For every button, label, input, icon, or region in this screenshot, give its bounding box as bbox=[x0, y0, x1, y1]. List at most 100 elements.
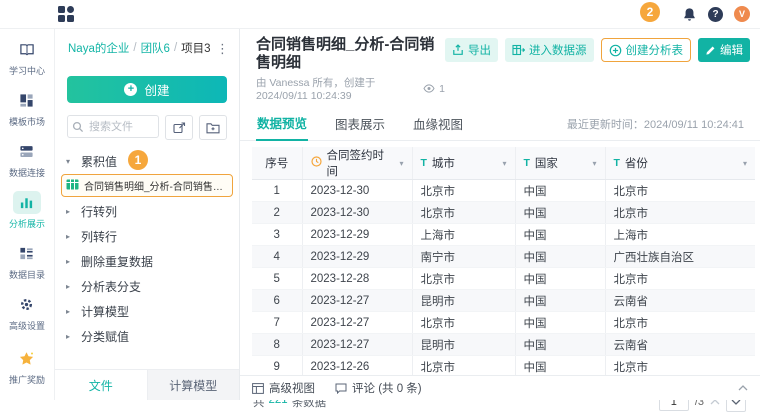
tab-chart-display[interactable]: 图表展示 bbox=[334, 109, 386, 140]
tree-item-analysis-table[interactable]: 合同销售明细_分析-合同销售明细 bbox=[61, 174, 233, 197]
help-icon[interactable]: ? bbox=[708, 7, 723, 22]
table-icon bbox=[66, 179, 79, 193]
breadcrumb-item[interactable]: Naya的企业 bbox=[68, 40, 129, 56]
step-badge-1: 1 bbox=[128, 150, 148, 170]
bell-icon[interactable] bbox=[682, 7, 697, 22]
table-cell: 2023-12-27 bbox=[302, 334, 412, 356]
rail-item-promotion-rewards[interactable]: 推广奖励 bbox=[9, 347, 45, 386]
table-cell: 上海市 bbox=[412, 224, 515, 246]
text-type-icon: T bbox=[614, 158, 620, 169]
tab-calc-model[interactable]: 计算模型 bbox=[147, 370, 240, 400]
left-rail: 学习中心模板市场数据连接分析展示数据目录高级设置推广奖励 bbox=[0, 28, 55, 400]
rail-item-data-connection[interactable]: 数据连接 bbox=[9, 140, 45, 179]
table-cell: 中国 bbox=[515, 202, 605, 224]
open-external-button[interactable] bbox=[165, 115, 193, 140]
column-header[interactable]: T 省份 ▾ bbox=[605, 147, 755, 180]
column-header[interactable]: 合同签约时间 ▾ bbox=[302, 147, 412, 180]
rail-item-learning-center[interactable]: 学习中心 bbox=[9, 38, 45, 77]
tree-group-item[interactable]: ▸分类赋值 bbox=[55, 324, 239, 349]
table-cell: 中国 bbox=[515, 290, 605, 312]
analysis-icon bbox=[13, 191, 41, 214]
column-header[interactable]: T城市▾ bbox=[412, 147, 515, 180]
table-cell: 2023-12-27 bbox=[302, 290, 412, 312]
breadcrumb-separator: / bbox=[174, 42, 177, 54]
avatar[interactable]: V bbox=[734, 6, 750, 22]
chevron-down-icon[interactable]: ▾ bbox=[743, 159, 747, 168]
column-header[interactable]: 序号 bbox=[252, 147, 302, 180]
bottom-bar: 高级视图 评论 (共 0 条) bbox=[240, 375, 760, 400]
rail-item-data-catalog[interactable]: 数据目录 bbox=[9, 242, 45, 281]
column-header[interactable]: T国家▾ bbox=[515, 147, 605, 180]
table-cell: 北京市 bbox=[605, 268, 755, 290]
tree-group-label: 行转列 bbox=[81, 203, 117, 220]
table-cell: 2 bbox=[252, 202, 302, 224]
template-market-icon bbox=[13, 89, 41, 112]
sidebar-bottom-tabs: 文件计算模型 bbox=[55, 369, 239, 400]
table-cell: 中国 bbox=[515, 312, 605, 334]
text-type-icon: T bbox=[421, 158, 427, 169]
pencil-icon bbox=[705, 45, 716, 56]
data-connection-icon bbox=[13, 140, 41, 163]
table-cell: 2023-12-29 bbox=[302, 224, 412, 246]
collapse-panel-icon[interactable] bbox=[738, 385, 748, 391]
tree-group-item[interactable]: ▸删除重复数据 bbox=[55, 249, 239, 274]
new-folder-button[interactable] bbox=[199, 115, 227, 140]
export-button-label: 导出 bbox=[468, 42, 491, 58]
column-header-label: 合同签约时间 bbox=[327, 147, 395, 179]
tree-group-item[interactable]: ▸分析表分支 bbox=[55, 274, 239, 299]
tree-group-item[interactable]: ▸计算模型 bbox=[55, 299, 239, 324]
breadcrumb-item[interactable]: 团队6 bbox=[141, 40, 170, 56]
table-cell: 南宁市 bbox=[412, 246, 515, 268]
chevron-down-icon[interactable]: ▾ bbox=[592, 159, 596, 168]
comment-icon bbox=[335, 383, 347, 394]
tree-group-item[interactable]: ▸行转列 bbox=[55, 199, 239, 224]
table-cell: 北京市 bbox=[605, 312, 755, 334]
tree-item-label: 合同销售明细_分析-合同销售明细 bbox=[84, 178, 228, 193]
enter-datasource-button[interactable]: 进入数据源 bbox=[505, 38, 594, 62]
table-cell: 1 bbox=[252, 180, 302, 202]
table-row: 12023-12-30北京市中国北京市 bbox=[252, 180, 755, 202]
create-button-label: 创建 bbox=[144, 80, 169, 99]
rail-item-label: 分析展示 bbox=[9, 217, 45, 230]
advanced-view-button[interactable]: 高级视图 bbox=[252, 380, 315, 396]
main-tabs: 数据预览图表展示血缘视图最近更新时间：2024/09/11 10:24:41 bbox=[240, 108, 760, 141]
kebab-menu-icon[interactable]: ⋮ bbox=[216, 42, 229, 55]
tab-lineage-view[interactable]: 血缘视图 bbox=[412, 109, 464, 140]
tree-group-item[interactable]: ▸列转行 bbox=[55, 224, 239, 249]
chevron-right-icon: ▸ bbox=[66, 332, 74, 341]
tab-files[interactable]: 文件 bbox=[55, 370, 147, 400]
step-badge-2: 2 bbox=[640, 2, 660, 22]
datasource-icon bbox=[512, 44, 525, 56]
table-cell: 中国 bbox=[515, 334, 605, 356]
table-cell: 云南省 bbox=[605, 334, 755, 356]
edit-button[interactable]: 编辑 bbox=[698, 38, 750, 62]
rail-item-analysis-display[interactable]: 分析展示 bbox=[9, 191, 45, 230]
tab-data-preview[interactable]: 数据预览 bbox=[256, 108, 308, 141]
rail-item-template-market[interactable]: 模板市场 bbox=[9, 89, 45, 128]
table-row: 32023-12-29上海市中国上海市 bbox=[252, 224, 755, 246]
table-cell: 北京市 bbox=[412, 268, 515, 290]
tree-group-label: 累积值 bbox=[81, 153, 117, 170]
create-button[interactable]: + 创建 bbox=[67, 76, 227, 103]
chevron-right-icon: ▸ bbox=[66, 232, 74, 241]
table-cell: 广西壮族自治区 bbox=[605, 246, 755, 268]
export-button[interactable]: 导出 bbox=[445, 38, 498, 62]
table-cell: 上海市 bbox=[605, 224, 755, 246]
chevron-down-icon[interactable]: ▾ bbox=[399, 159, 403, 168]
chevron-down-icon[interactable]: ▾ bbox=[502, 159, 506, 168]
create-analysis-table-button[interactable]: 创建分析表 bbox=[601, 38, 692, 62]
rail-item-label: 高级设置 bbox=[9, 319, 45, 332]
rail-item-label: 数据目录 bbox=[9, 268, 45, 281]
column-header-label: 省份 bbox=[625, 155, 648, 171]
column-header-label: 国家 bbox=[535, 155, 558, 171]
chevron-down-icon: ▾ bbox=[66, 157, 74, 166]
comments-button[interactable]: 评论 (共 0 条) bbox=[335, 380, 422, 396]
data-catalog-icon bbox=[13, 242, 41, 265]
sidebar: Naya的企业/团队6/项目3 ⋮ + 创建 ▾累积值合同销售明细_分析-合同销… bbox=[55, 28, 240, 400]
app-logo-icon[interactable] bbox=[58, 6, 75, 22]
rail-item-advanced-settings[interactable]: 高级设置 bbox=[9, 293, 45, 332]
search-input[interactable] bbox=[67, 115, 159, 138]
edit-button-label: 编辑 bbox=[720, 42, 743, 58]
rail-item-label: 模板市场 bbox=[9, 115, 45, 128]
table-cell: 北京市 bbox=[412, 202, 515, 224]
